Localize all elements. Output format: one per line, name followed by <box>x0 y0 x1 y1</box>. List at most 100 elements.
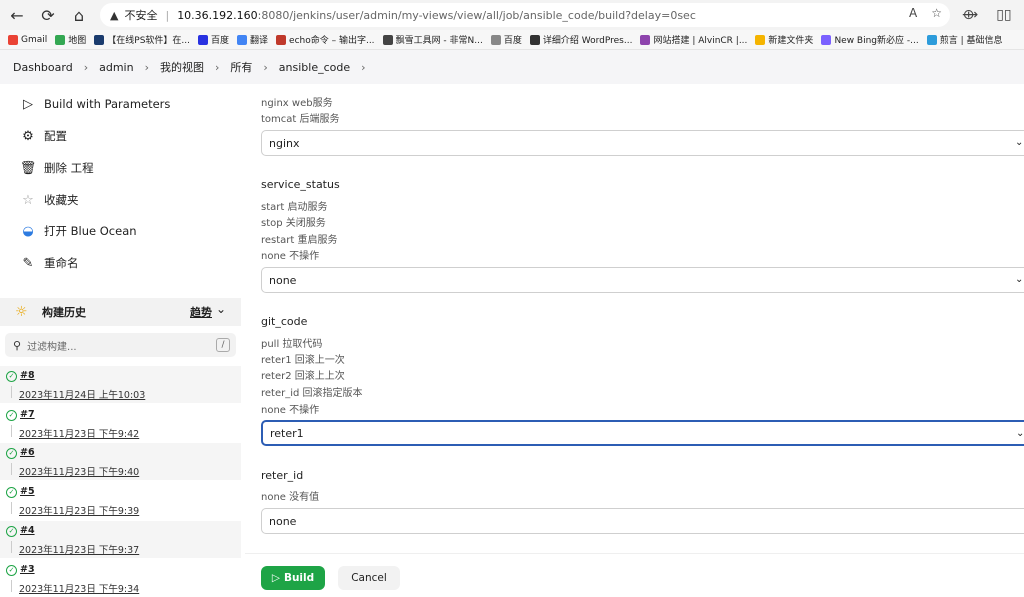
address-bar[interactable]: ▲ 不安全 | 10.36.192.160 :8080/jenkins/user… <box>100 3 950 27</box>
git-code-value: reter1 <box>270 426 304 440</box>
sidebar-task[interactable]: ☆ 收藏夹 <box>20 192 78 208</box>
breadcrumb-item[interactable]: ansible_code <box>279 61 350 74</box>
success-check-icon: ✓ <box>6 564 17 576</box>
breadcrumb-item[interactable]: admin <box>99 61 133 74</box>
build-number-link[interactable]: #8 <box>20 370 35 381</box>
build-number-link[interactable]: #3 <box>20 564 35 575</box>
app-select[interactable]: nginx ⌄ <box>261 130 1024 156</box>
bookmark-icon <box>755 34 766 45</box>
bookmark-item[interactable]: 地图 <box>55 33 86 46</box>
reter-id-label: reter_id <box>261 469 304 482</box>
back-icon[interactable]: ← <box>2 0 32 30</box>
build-button[interactable]: ▷ Build <box>261 566 325 590</box>
bookmark-item[interactable]: New Bing新必应 -... <box>821 33 919 46</box>
sun-icon: ☼ <box>15 304 28 320</box>
sidebar-task[interactable]: ◒ 打开 Blue Ocean <box>20 223 137 239</box>
favorite-star-icon[interactable]: ☆ <box>931 6 942 20</box>
bookmark-item[interactable]: 煎言 | 基础信息 <box>926 33 1002 46</box>
bookmark-label: echo命令 – 输出字... <box>289 36 375 46</box>
reload-icon[interactable]: ⟳ <box>33 0 63 30</box>
task-icon: ▷ <box>23 96 33 112</box>
build-date-link[interactable]: 2023年11月23日 下午9:42 <box>19 426 139 440</box>
browser-toolbar: ← ⟳ ⌂ ▲ 不安全 | 10.36.192.160 :8080/jenkin… <box>0 0 1024 30</box>
bookmark-icon <box>382 34 393 45</box>
build-history-row[interactable]: ✓ #6 2023年11月23日 下午9:40 <box>0 443 241 481</box>
sidebar-task[interactable]: ⚙ 配置 <box>20 128 67 144</box>
breadcrumb-chevron-icon: › <box>361 60 366 74</box>
service-status-select[interactable]: none ⌄ <box>261 267 1024 293</box>
bookmark-item[interactable]: 翻译 <box>237 33 268 46</box>
git-code-label: git_code <box>261 315 308 328</box>
build-number-link[interactable]: #5 <box>20 486 35 497</box>
service-status-desc-3: none 不操作 <box>261 251 320 262</box>
build-date-link[interactable]: 2023年11月23日 下午9:34 <box>19 581 139 595</box>
bookmark-item[interactable]: 飘雪工具网 - 非常N... <box>382 33 483 46</box>
build-number-link[interactable]: #7 <box>20 409 35 420</box>
bookmark-item[interactable]: 百度 <box>198 33 229 46</box>
url-path: :8080/jenkins/user/admin/my-views/view/a… <box>257 8 696 22</box>
app-desc-0: nginx web服务 <box>261 98 333 109</box>
bookmark-icon <box>821 34 832 45</box>
home-icon[interactable]: ⌂ <box>64 0 94 30</box>
app-select-value: nginx <box>269 136 300 150</box>
success-check-icon: ✓ <box>6 409 17 421</box>
bookmark-item[interactable]: echo命令 – 输出字... <box>276 33 375 46</box>
build-date-link[interactable]: 2023年11月23日 下午9:40 <box>19 464 139 478</box>
sidebar-task[interactable]: ✎ 重命名 <box>20 255 79 271</box>
bookmark-icon <box>237 34 248 45</box>
warning-icon: ▲ <box>110 8 119 22</box>
reter-id-input[interactable]: none <box>261 508 1024 534</box>
breadcrumb-chevron-icon: › <box>214 60 220 74</box>
build-date-link[interactable]: 2023年11月23日 下午9:39 <box>19 503 139 517</box>
build-history-row[interactable]: ✓ #4 2023年11月23日 下午9:37 <box>0 520 241 558</box>
success-check-icon: ✓ <box>6 525 17 537</box>
service-status-value: none <box>269 273 297 287</box>
bookmark-icon <box>198 34 209 45</box>
build-history-row[interactable]: ✓ #8 2023年11月24日 上午10:03 <box>0 366 241 403</box>
chevron-down-icon: ⌄ <box>1016 428 1024 439</box>
git-code-desc-4: none 不操作 <box>261 405 320 416</box>
bookmark-icon <box>8 34 18 45</box>
bookmark-icon <box>640 34 651 45</box>
build-number-link[interactable]: #4 <box>20 525 35 536</box>
build-history-row[interactable]: ✓ #3 2023年11月23日 下午9:34 <box>0 560 241 597</box>
trend-link[interactable]: 趋势 <box>190 304 212 320</box>
filter-builds-input[interactable]: ⚲ 过滤构建... / <box>5 333 236 357</box>
service-status-desc-1: stop 关闭服务 <box>261 218 326 229</box>
build-date-link[interactable]: 2023年11月23日 下午9:37 <box>19 542 139 556</box>
bookmark-item[interactable]: 百度 <box>490 33 522 46</box>
breadcrumb-item[interactable]: Dashboard <box>13 61 73 74</box>
chevron-down-icon: ⌄ <box>1015 137 1024 148</box>
read-aloud-icon[interactable]: A <box>909 6 917 20</box>
build-button-label: Build <box>283 572 315 584</box>
task-label: 打开 Blue Ocean <box>44 224 137 238</box>
url-separator: | <box>165 8 170 22</box>
reter-id-desc-0: none 没有值 <box>261 492 320 503</box>
bookmark-icon <box>926 34 937 45</box>
bookmark-item[interactable]: 【在线PS软件】在... <box>94 33 190 46</box>
build-number-link[interactable]: #6 <box>20 447 35 458</box>
bookmark-item[interactable]: Gmail <box>8 34 47 45</box>
timeline-divider <box>11 424 12 437</box>
bookmark-item[interactable]: 新建文件夹 <box>755 33 813 46</box>
build-history-row[interactable]: ✓ #5 2023年11月23日 下午9:39 <box>0 482 241 519</box>
task-label: 配置 <box>44 129 67 143</box>
git-code-select[interactable]: reter1 ⌄ <box>261 420 1024 446</box>
breadcrumb-item[interactable]: 所有 <box>230 59 252 75</box>
sidebar-task[interactable]: 🗑 删除 工程 <box>20 160 94 176</box>
reter-id-value: none <box>269 514 297 528</box>
extensions-icon[interactable]: ⟴ <box>962 7 978 23</box>
build-date-link[interactable]: 2023年11月24日 上午10:03 <box>19 387 145 401</box>
build-history-header: ☼ 构建历史 趋势 ⌄ <box>0 298 241 326</box>
chevron-down-icon[interactable]: ⌄ <box>216 302 226 316</box>
bookmark-item[interactable]: 网站搭建 | AlvinCR |... <box>640 33 747 46</box>
bookmark-label: New Bing新必应 -... <box>834 36 919 46</box>
sidebar-task[interactable]: ▷ Build with Parameters <box>20 96 170 112</box>
url-host: 10.36.192.160 <box>177 8 258 22</box>
bookmark-icon <box>94 34 105 45</box>
cancel-button[interactable]: Cancel <box>338 566 400 590</box>
breadcrumb-item[interactable]: 我的视图 <box>160 59 204 75</box>
split-screen-icon[interactable]: ▯▯ <box>996 7 1011 23</box>
build-history-row[interactable]: ✓ #7 2023年11月23日 下午9:42 <box>0 405 241 442</box>
bookmark-item[interactable]: 详细介绍 WordPres... <box>529 33 632 46</box>
